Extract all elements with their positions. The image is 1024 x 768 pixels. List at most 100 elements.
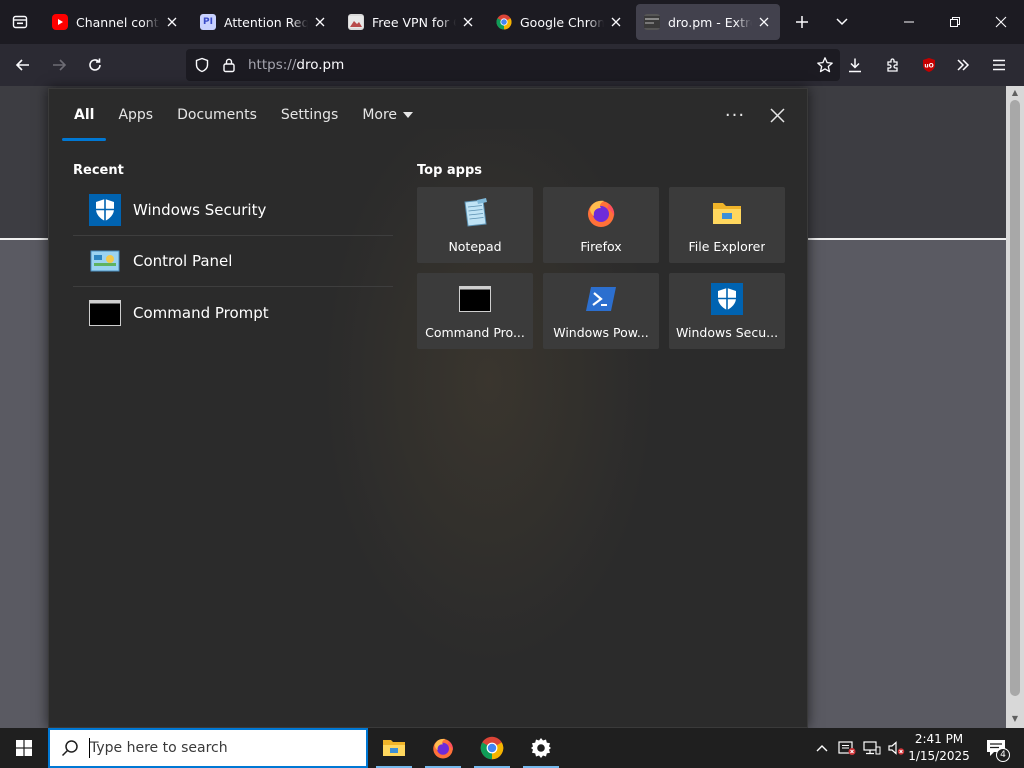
top-app-file-explorer[interactable]: File Explorer bbox=[669, 187, 785, 263]
top-app-firefox[interactable]: Firefox bbox=[543, 187, 659, 263]
url-text[interactable]: https://dro.pm bbox=[248, 57, 344, 73]
recent-item-command-prompt[interactable]: Command Prompt bbox=[73, 287, 393, 338]
browser-tab-attention[interactable]: PI Attention Required! bbox=[192, 4, 336, 40]
ublock-origin-button[interactable]: uO bbox=[912, 49, 946, 81]
notification-count-badge: 4 bbox=[996, 748, 1010, 762]
close-icon bbox=[315, 17, 325, 27]
back-button[interactable] bbox=[6, 49, 40, 81]
options-ellipsis-button[interactable]: ··· bbox=[719, 99, 751, 131]
start-button[interactable] bbox=[0, 728, 48, 768]
recent-item-control-panel[interactable]: Control Panel bbox=[73, 236, 393, 287]
clock-date: 1/15/2025 bbox=[908, 749, 970, 763]
list-all-tabs-button[interactable] bbox=[822, 0, 862, 44]
new-tab-button[interactable] bbox=[782, 0, 822, 44]
page-scrollbar[interactable]: ▲ ▼ bbox=[1006, 86, 1024, 728]
search-input[interactable] bbox=[90, 740, 350, 756]
tab-close-button[interactable] bbox=[460, 14, 476, 30]
chevron-down-icon bbox=[836, 18, 848, 26]
minimize-button[interactable] bbox=[886, 0, 932, 44]
arrow-right-icon bbox=[53, 59, 67, 71]
browser-tab-chrome[interactable]: Google Chrome bbox=[488, 4, 632, 40]
scrollbar-thumb[interactable] bbox=[1010, 100, 1020, 696]
more-tools-button[interactable] bbox=[946, 49, 980, 81]
close-icon bbox=[995, 16, 1007, 28]
recent-item-windows-security[interactable]: Windows Security bbox=[73, 185, 393, 236]
recent-item-label: Control Panel bbox=[133, 252, 233, 270]
chrome-icon bbox=[496, 14, 512, 30]
top-app-powershell[interactable]: Windows Pow... bbox=[543, 273, 659, 349]
tab-all[interactable]: All bbox=[62, 89, 107, 141]
volume-button[interactable] bbox=[884, 728, 908, 768]
tab-more[interactable]: More bbox=[350, 89, 425, 141]
ublock-icon: uO bbox=[923, 58, 935, 72]
tab-label: Documents bbox=[177, 107, 257, 123]
tab-title: Channel content bbox=[76, 14, 160, 30]
tab-close-button[interactable] bbox=[608, 14, 624, 30]
recent-section-title: Recent bbox=[73, 163, 124, 178]
arrow-left-icon bbox=[15, 59, 29, 71]
browser-tab-youtube[interactable]: Channel content bbox=[44, 4, 188, 40]
taskbar-firefox[interactable] bbox=[419, 728, 467, 768]
taskbar-settings[interactable] bbox=[517, 728, 565, 768]
browser-tab-dropm[interactable]: dro.pm - Extremely bbox=[636, 4, 780, 40]
url-host: dro.pm bbox=[296, 57, 345, 73]
forward-button[interactable] bbox=[42, 49, 76, 81]
tab-apps[interactable]: Apps bbox=[106, 89, 165, 141]
top-app-windows-security[interactable]: Windows Secu... bbox=[669, 273, 785, 349]
dropm-icon bbox=[644, 14, 660, 30]
top-app-command-prompt[interactable]: Command Pro... bbox=[417, 273, 533, 349]
app-label: Notepad bbox=[448, 239, 502, 254]
extensions-button[interactable] bbox=[876, 49, 910, 81]
chevron-up-icon bbox=[816, 745, 828, 752]
reload-button[interactable] bbox=[78, 49, 112, 81]
lock-icon[interactable] bbox=[218, 57, 240, 73]
firefox-view-button[interactable] bbox=[0, 0, 40, 44]
tab-settings[interactable]: Settings bbox=[269, 89, 350, 141]
taskbar-file-explorer[interactable] bbox=[370, 728, 418, 768]
show-hidden-icons-button[interactable] bbox=[810, 728, 834, 768]
reload-icon bbox=[89, 58, 101, 71]
youtube-icon bbox=[52, 14, 68, 30]
network-button[interactable] bbox=[860, 728, 884, 768]
tracking-protection-icon[interactable] bbox=[186, 57, 218, 73]
chrome-icon bbox=[480, 736, 504, 760]
recent-item-label: Windows Security bbox=[133, 201, 267, 219]
taskbar-search-box[interactable] bbox=[48, 728, 368, 768]
tab-title: Free VPN for Chrome bbox=[372, 14, 456, 30]
plus-icon bbox=[796, 16, 808, 28]
tab-close-button[interactable] bbox=[756, 14, 772, 30]
taskbar-chrome[interactable] bbox=[468, 728, 516, 768]
svg-text:uO: uO bbox=[924, 63, 933, 70]
window-close-button[interactable] bbox=[978, 0, 1024, 44]
tray-security-icon-button[interactable] bbox=[835, 728, 859, 768]
url-protocol: https:// bbox=[248, 57, 297, 73]
scroll-up-arrow[interactable]: ▲ bbox=[1010, 88, 1020, 98]
top-app-notepad[interactable]: Notepad bbox=[417, 187, 533, 263]
tab-documents[interactable]: Documents bbox=[165, 89, 269, 141]
url-bar[interactable]: https://dro.pm bbox=[186, 49, 840, 81]
browser-tab-vpn[interactable]: Free VPN for Chrome bbox=[340, 4, 484, 40]
windows-security-icon bbox=[711, 283, 743, 315]
app-menu-button[interactable] bbox=[982, 49, 1016, 81]
close-search-button[interactable] bbox=[761, 99, 793, 131]
minimize-icon bbox=[904, 21, 914, 23]
taskbar-clock[interactable]: 2:41 PM 1/15/2025 bbox=[908, 731, 970, 765]
tab-close-button[interactable] bbox=[164, 14, 180, 30]
app-label: Command Pro... bbox=[425, 325, 525, 340]
settings-icon bbox=[531, 738, 551, 758]
firefox-icon bbox=[585, 197, 617, 229]
double-chevron-right-icon bbox=[957, 59, 970, 71]
download-icon bbox=[849, 58, 861, 73]
tab-label: All bbox=[74, 107, 95, 123]
bookmark-star-icon[interactable] bbox=[816, 56, 834, 78]
tab-close-button[interactable] bbox=[312, 14, 328, 30]
control-panel-icon bbox=[89, 245, 121, 277]
downloads-button[interactable] bbox=[838, 49, 872, 81]
ellipsis-icon: ··· bbox=[724, 104, 746, 126]
restore-button[interactable] bbox=[932, 0, 978, 44]
tab-label: Apps bbox=[118, 107, 154, 123]
windows-logo-icon bbox=[16, 740, 32, 756]
action-center-button[interactable]: 4 bbox=[976, 728, 1016, 768]
scroll-down-arrow[interactable]: ▼ bbox=[1010, 714, 1020, 724]
command-prompt-icon bbox=[89, 297, 121, 329]
